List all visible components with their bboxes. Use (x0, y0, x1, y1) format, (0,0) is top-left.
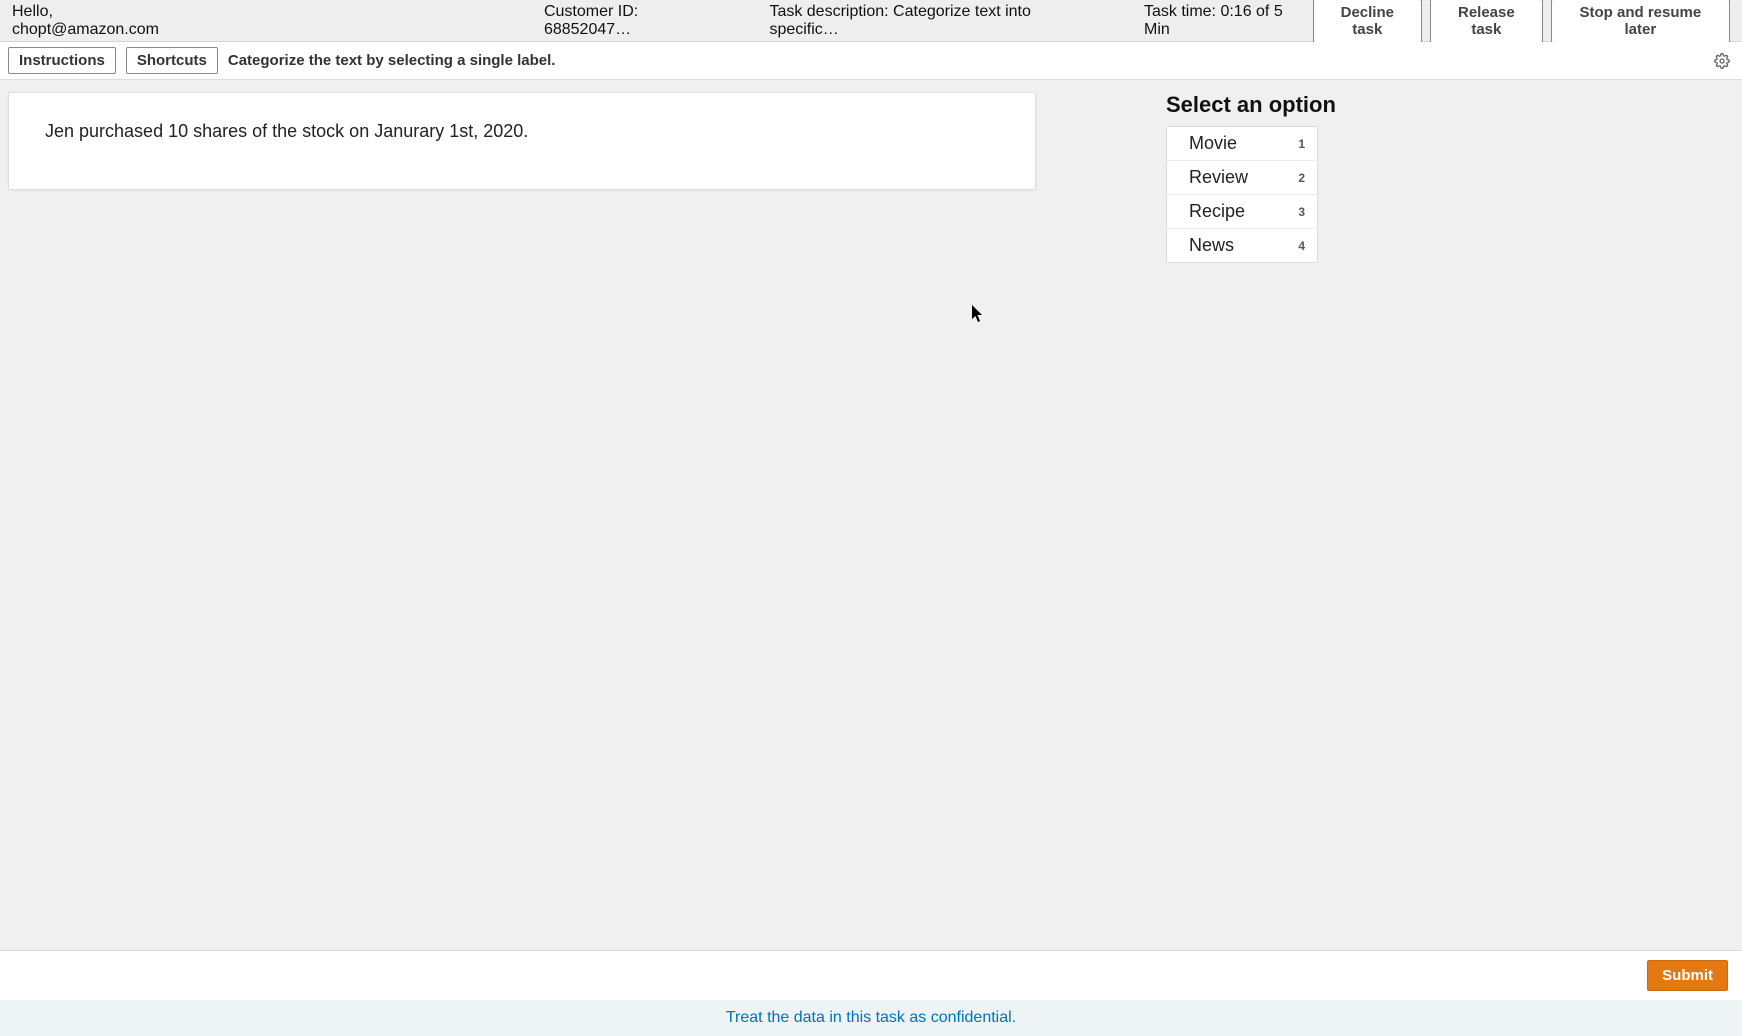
shortcuts-button[interactable]: Shortcuts (126, 47, 218, 74)
option-shortcut: 2 (1298, 171, 1305, 185)
option-label: Movie (1189, 133, 1237, 154)
instructions-button[interactable]: Instructions (8, 47, 116, 74)
option-review[interactable]: Review 2 (1167, 161, 1317, 195)
option-news[interactable]: News 4 (1167, 229, 1317, 262)
text-panel: Jen purchased 10 shares of the stock on … (8, 92, 1036, 190)
confidential-bar: Treat the data in this task as confident… (0, 1000, 1742, 1036)
option-recipe[interactable]: Recipe 3 (1167, 195, 1317, 229)
gear-icon[interactable] (1714, 53, 1730, 69)
option-label: Recipe (1189, 201, 1245, 222)
greeting-text: Hello, chopt@amazon.com (12, 3, 204, 39)
options-list: Movie 1 Review 2 Recipe 3 News 4 (1166, 126, 1318, 263)
top-bar: Hello, chopt@amazon.com Customer ID: 688… (0, 0, 1742, 42)
task-description-text: Task description: Categorize text into s… (769, 3, 1104, 39)
confidential-text: Treat the data in this task as confident… (726, 1009, 1016, 1027)
decline-task-button[interactable]: Decline task (1313, 0, 1422, 43)
stop-resume-button[interactable]: Stop and resume later (1551, 0, 1730, 43)
footer-submit: Submit (0, 950, 1742, 1000)
options-panel: Select an option Movie 1 Review 2 Recipe… (1166, 92, 1336, 938)
submit-button[interactable]: Submit (1647, 960, 1728, 991)
option-movie[interactable]: Movie 1 (1167, 127, 1317, 161)
option-shortcut: 3 (1298, 205, 1305, 219)
option-label: Review (1189, 167, 1248, 188)
toolbar: Instructions Shortcuts Categorize the te… (0, 42, 1742, 80)
options-title: Select an option (1166, 92, 1336, 118)
main: Jen purchased 10 shares of the stock on … (0, 80, 1742, 950)
top-bar-actions: Decline task Release task Stop and resum… (1313, 0, 1730, 43)
option-label: News (1189, 235, 1234, 256)
task-text: Jen purchased 10 shares of the stock on … (45, 121, 528, 141)
top-bar-left: Hello, chopt@amazon.com Customer ID: 688… (12, 3, 1313, 39)
release-task-button[interactable]: Release task (1430, 0, 1543, 43)
task-time-text: Task time: 0:16 of 5 Min (1144, 3, 1313, 39)
customer-id-text: Customer ID: 68852047… (544, 3, 729, 39)
option-shortcut: 4 (1298, 239, 1305, 253)
toolbar-hint: Categorize the text by selecting a singl… (228, 52, 556, 69)
top-bar-info: Customer ID: 68852047… Task description:… (544, 3, 1313, 39)
option-shortcut: 1 (1298, 137, 1305, 151)
